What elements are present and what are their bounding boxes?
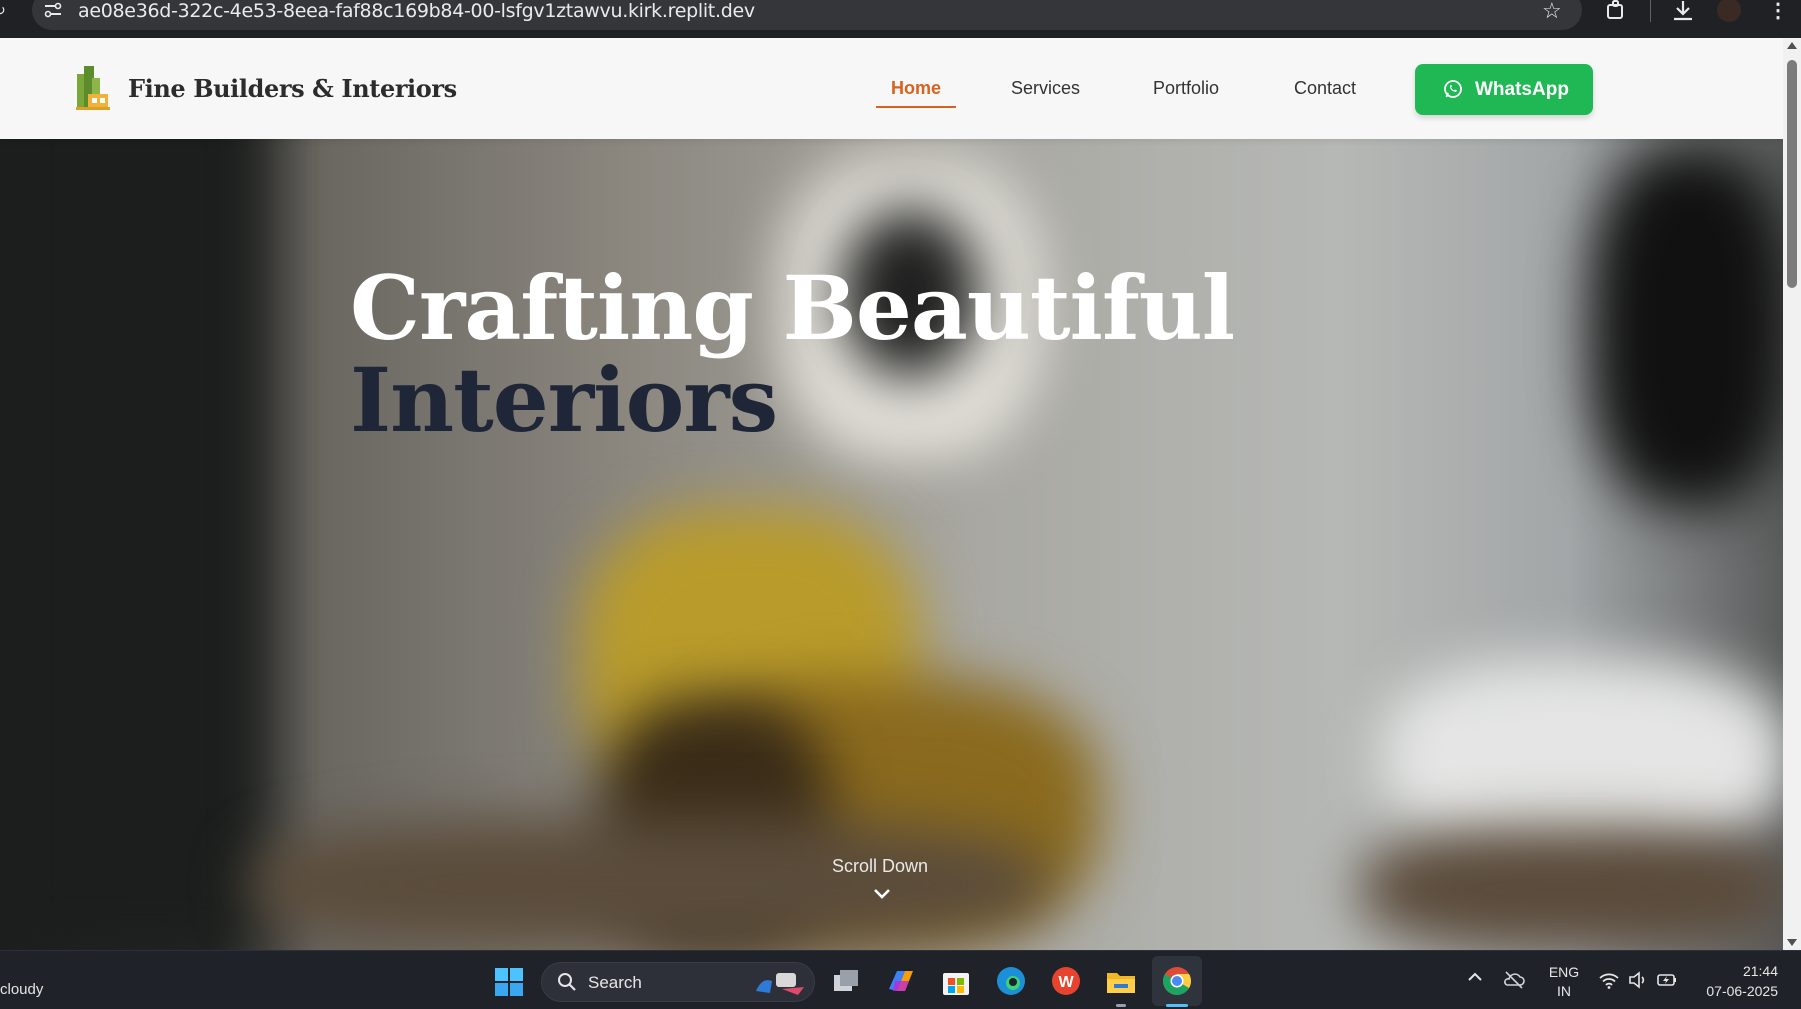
- whatsapp-label: WhatsApp: [1475, 79, 1569, 100]
- scroll-down-label[interactable]: Scroll Down: [832, 856, 928, 877]
- nav-services[interactable]: Services: [1011, 78, 1080, 99]
- page-viewport: Fine Builders & Interiors Home Services …: [0, 38, 1783, 950]
- chrome-active-indicator: [1166, 1004, 1188, 1007]
- extensions-icon[interactable]: [1605, 0, 1627, 20]
- copilot-icon[interactable]: [885, 965, 917, 997]
- chrome-icon[interactable]: [1161, 965, 1193, 997]
- clock-time: 21:44: [1742, 963, 1778, 979]
- bg-floor-left: [250, 818, 1050, 950]
- edge-icon[interactable]: [995, 965, 1027, 997]
- search-label: Search: [588, 973, 642, 992]
- task-view-icon[interactable]: [830, 965, 862, 997]
- tray-overflow-chevron-icon[interactable]: [1467, 971, 1483, 983]
- scrollbar-thumb[interactable]: [1787, 60, 1797, 288]
- windows-start-icon[interactable]: [494, 967, 524, 997]
- search-icon: [558, 973, 576, 991]
- active-nav-underline: [876, 106, 956, 108]
- nav-portfolio[interactable]: Portfolio: [1153, 78, 1219, 99]
- hero-heading-dark: Interiors: [350, 348, 778, 452]
- site-info-icon[interactable]: [44, 2, 62, 18]
- wps-office-icon[interactable]: W: [1050, 965, 1082, 997]
- lang-region: IN: [1557, 983, 1571, 999]
- battery-icon[interactable]: [1656, 969, 1678, 991]
- bg-dark-panel: [0, 38, 260, 950]
- whatsapp-icon: [1444, 80, 1462, 98]
- building-logo-icon[interactable]: [74, 64, 112, 112]
- hero-heading-light: Crafting Beautiful: [350, 256, 1235, 360]
- browser-toolbar: ↻ ae08e36d-322c-4e53-8eea-faf88c169b84-0…: [0, 0, 1801, 38]
- clock-date: 07-06-2025: [1706, 983, 1778, 999]
- chevron-down-icon[interactable]: [872, 888, 892, 900]
- input-language[interactable]: ENG IN: [1548, 963, 1580, 1001]
- bg-dark-cabinet: [1590, 148, 1783, 508]
- volume-icon[interactable]: [1627, 969, 1649, 991]
- profile-avatar[interactable]: [1717, 0, 1741, 22]
- bg-floor-right: [1360, 828, 1783, 950]
- windows-taskbar: cloudy Search W ENG IN 21:44 07-06-2025: [0, 950, 1801, 1009]
- brand-name[interactable]: Fine Builders & Interiors: [128, 74, 457, 103]
- svg-text:W: W: [1058, 974, 1074, 991]
- nav-home[interactable]: Home: [891, 78, 941, 99]
- explorer-running-indicator: [1116, 1004, 1126, 1007]
- browser-menu-icon[interactable]: ⋮: [1768, 0, 1788, 23]
- toolbar-divider: [1650, 0, 1651, 22]
- bookmark-star-icon[interactable]: ☆: [1542, 0, 1562, 24]
- microsoft-store-icon[interactable]: [940, 965, 972, 997]
- reload-icon[interactable]: ↻: [0, 2, 10, 18]
- search-highlight-icon: [756, 973, 804, 995]
- hero-background-image: [0, 38, 1783, 950]
- scroll-up-arrow[interactable]: [1787, 42, 1797, 49]
- hero-heading: Crafting Beautiful Interiors: [350, 262, 1360, 446]
- site-header: Fine Builders & Interiors Home Services …: [0, 38, 1783, 139]
- taskbar-search-box[interactable]: Search: [541, 962, 815, 1002]
- page-scrollbar[interactable]: [1783, 38, 1801, 950]
- onedrive-offline-icon[interactable]: [1503, 969, 1525, 991]
- whatsapp-button[interactable]: WhatsApp: [1415, 64, 1593, 115]
- download-icon[interactable]: [1672, 0, 1694, 22]
- file-explorer-icon[interactable]: [1105, 965, 1137, 997]
- scroll-down-arrow[interactable]: [1787, 939, 1797, 946]
- nav-contact[interactable]: Contact: [1294, 78, 1356, 99]
- lang-code: ENG: [1548, 964, 1580, 980]
- url-text[interactable]: ae08e36d-322c-4e53-8eea-faf88c169b84-00-…: [78, 0, 755, 22]
- wifi-icon[interactable]: [1598, 969, 1620, 991]
- system-clock[interactable]: 21:44 07-06-2025: [1692, 961, 1778, 1001]
- weather-widget[interactable]: cloudy: [0, 981, 43, 998]
